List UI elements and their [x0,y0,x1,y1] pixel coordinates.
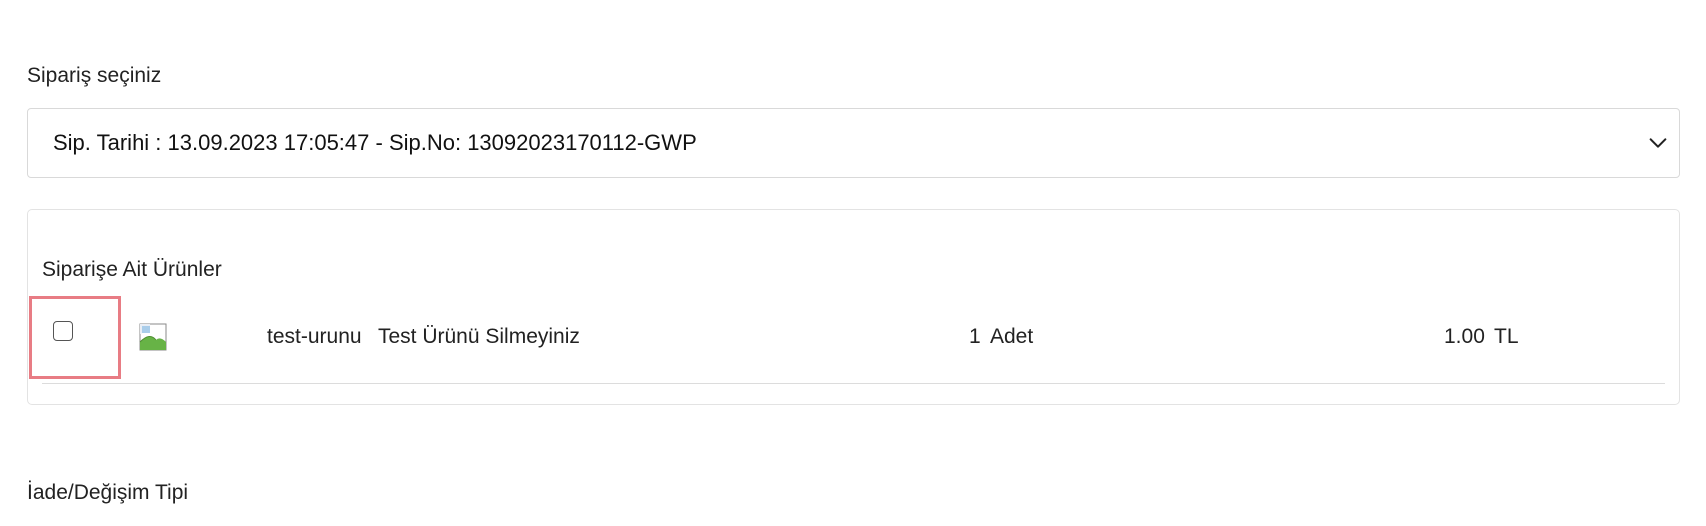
order-select-label: Sipariş seçiniz [27,64,162,87]
broken-image-icon [139,323,167,351]
product-quantity: 1 [969,325,981,348]
product-name: Test Ürünü Silmeyiniz [378,325,580,348]
order-select-value: Sip. Tarihi : 13.09.2023 17:05:47 - Sip.… [53,130,697,155]
product-select-checkbox[interactable] [53,321,73,341]
checkbox-highlight [29,296,121,379]
product-row: test-urunu Test Ürünü Silmeyiniz 1 Adet … [29,296,1665,384]
products-section-title: Siparişe Ait Ürünler [42,258,222,281]
product-price: 1.00 [1444,325,1485,348]
product-code: test-urunu [267,325,362,348]
product-currency: TL [1494,325,1519,348]
order-select[interactable]: Sip. Tarihi : 13.09.2023 17:05:47 - Sip.… [27,108,1680,178]
return-type-label: İade/Değişim Tipi [27,481,189,504]
order-products-card: Siparişe Ait Ürünler test-urunu Test Ürü… [27,209,1680,405]
chevron-down-icon [1649,138,1667,148]
product-unit: Adet [990,325,1034,348]
